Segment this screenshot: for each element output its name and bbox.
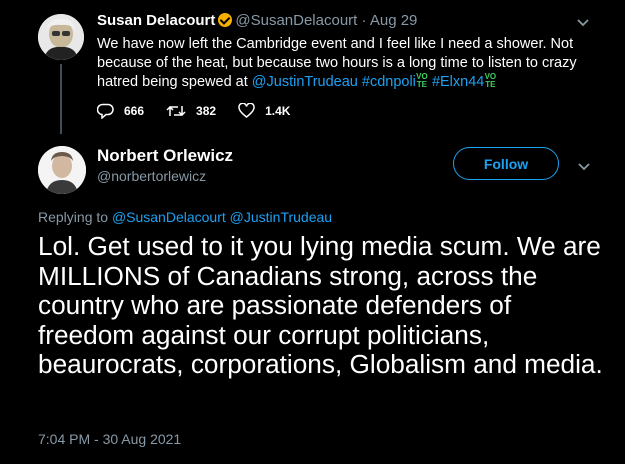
replying-to: Replying to @SusanDelacourt @JustinTrude… bbox=[38, 209, 332, 225]
heart-icon bbox=[238, 103, 255, 118]
hashtag-link[interactable]: #cdnpoli bbox=[362, 74, 416, 90]
verified-badge-icon bbox=[218, 13, 233, 27]
vote-emoji-icon: VO TE bbox=[484, 73, 497, 89]
retweet-icon bbox=[166, 105, 186, 117]
separator: · bbox=[361, 12, 367, 29]
chevron-down-icon[interactable] bbox=[577, 14, 589, 30]
author-name[interactable]: Susan Delacourt bbox=[97, 12, 215, 29]
retweet-button[interactable]: 382 bbox=[166, 103, 216, 119]
text-line: hatred being spewed at @JustinTrudeau #c… bbox=[97, 73, 597, 92]
parent-tweet[interactable]: Susan Delacourt @SusanDelacourt · Aug 29 … bbox=[0, 0, 625, 135]
susan-avatar[interactable] bbox=[38, 14, 84, 60]
like-count: 1.4K bbox=[265, 104, 291, 118]
vote-emoji-icon: VO TE bbox=[416, 73, 428, 89]
tweet-date[interactable]: Aug 29 bbox=[370, 12, 418, 29]
text-fragment: hatred being spewed at bbox=[97, 74, 252, 90]
like-button[interactable]: 1.4K bbox=[238, 103, 290, 119]
mention-link[interactable]: @JustinTrudeau bbox=[230, 209, 332, 225]
hashtag-link[interactable]: #Elxn44 bbox=[432, 74, 484, 90]
main-tweet-text: Lol. Get used to it you lying media scum… bbox=[38, 231, 603, 379]
mention-link[interactable]: @JustinTrudeau bbox=[252, 74, 358, 90]
parent-tweet-text: We have now left the Cambridge event and… bbox=[97, 35, 597, 92]
author-handle[interactable]: @norbertorlewicz bbox=[97, 168, 206, 184]
text-line: because of the heat, but because two hou… bbox=[97, 55, 577, 71]
author-handle[interactable]: @SusanDelacourt bbox=[235, 12, 357, 29]
tweet-timestamp[interactable]: 7:04 PM - 30 Aug 2021 bbox=[38, 431, 181, 447]
vote-emoji-bottom: TE bbox=[416, 80, 428, 89]
author-name[interactable]: Norbert Orlewicz bbox=[97, 146, 233, 166]
vote-emoji-bottom: TE bbox=[485, 80, 496, 89]
thread-connector bbox=[60, 64, 62, 134]
reply-button[interactable]: 666 bbox=[97, 103, 144, 119]
retweet-count: 382 bbox=[196, 104, 217, 118]
follow-button[interactable]: Follow bbox=[453, 147, 559, 180]
mention-link[interactable]: @SusanDelacourt bbox=[112, 209, 226, 225]
replying-to-label: Replying to bbox=[38, 209, 112, 225]
norbert-avatar[interactable] bbox=[38, 146, 86, 194]
tweet-actions: 666 382 1.4K bbox=[97, 103, 312, 119]
parent-tweet-header: Susan Delacourt @SusanDelacourt · Aug 29 bbox=[97, 12, 417, 29]
chevron-down-icon[interactable] bbox=[578, 158, 590, 174]
reply-count: 666 bbox=[124, 104, 145, 118]
reply-icon bbox=[97, 103, 114, 119]
text-line: We have now left the Cambridge event and… bbox=[97, 36, 574, 52]
